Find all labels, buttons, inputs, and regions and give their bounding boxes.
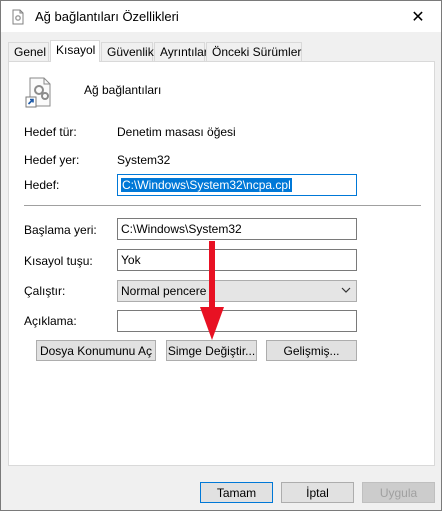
target-label: Hedef: [24,178,60,192]
tab-guvenlik[interactable]: Güvenlik [101,42,154,61]
run-select-value: Normal pencere [121,284,207,298]
tab-genel[interactable]: Genel [8,42,49,61]
target-location-label: Hedef yer: [24,153,80,167]
cancel-button[interactable]: İptal [281,482,354,503]
shortcut-name: Ağ bağlantıları [84,83,162,97]
divider [24,205,421,206]
target-input-text: C:\Windows\System32\ncpa.cpl [121,178,292,192]
tab-ayrintilar[interactable]: Ayrıntılar [154,42,208,61]
target-input[interactable]: C:\Windows\System32\ncpa.cpl [117,174,357,196]
comment-input[interactable] [117,310,357,332]
comment-label: Açıklama: [24,314,77,328]
ok-button[interactable]: Tamam [200,482,273,503]
tab-onceki-surumler[interactable]: Önceki Sürümler [206,42,302,61]
target-location-value: System32 [117,153,171,167]
start-in-label: Başlama yeri: [24,223,97,237]
advanced-button[interactable]: Gelişmiş... [266,340,357,361]
apply-button[interactable]: Uygula [362,482,435,503]
red-arrow-annotation [200,241,224,340]
shortcut-file-icon [12,9,24,25]
run-label: Çalıştır: [24,284,66,298]
start-in-input[interactable]: C:\Windows\System32 [117,218,357,240]
tab-kisayol[interactable]: Kısayol [50,40,100,62]
open-file-location-button[interactable]: Dosya Konumunu Aç [36,340,156,361]
change-icon-button[interactable]: Simge Değiştir... [166,340,257,361]
chevron-down-icon [341,287,351,293]
run-select[interactable]: Normal pencere [117,280,357,302]
control-panel-shortcut-icon [25,77,51,108]
properties-window: Ağ bağlantıları Özellikleri ✕ Genel Kısa… [0,0,442,511]
target-type-value: Denetim masası öğesi [117,125,236,139]
title-bar[interactable]: Ağ bağlantıları Özellikleri ✕ [1,1,441,32]
close-icon: ✕ [411,8,425,26]
target-type-label: Hedef tür: [24,125,77,139]
close-button[interactable]: ✕ [395,1,441,32]
window-title: Ağ bağlantıları Özellikleri [35,9,179,24]
shortcut-key-input[interactable]: Yok [117,249,357,271]
shortcut-key-label: Kısayol tuşu: [24,254,93,268]
